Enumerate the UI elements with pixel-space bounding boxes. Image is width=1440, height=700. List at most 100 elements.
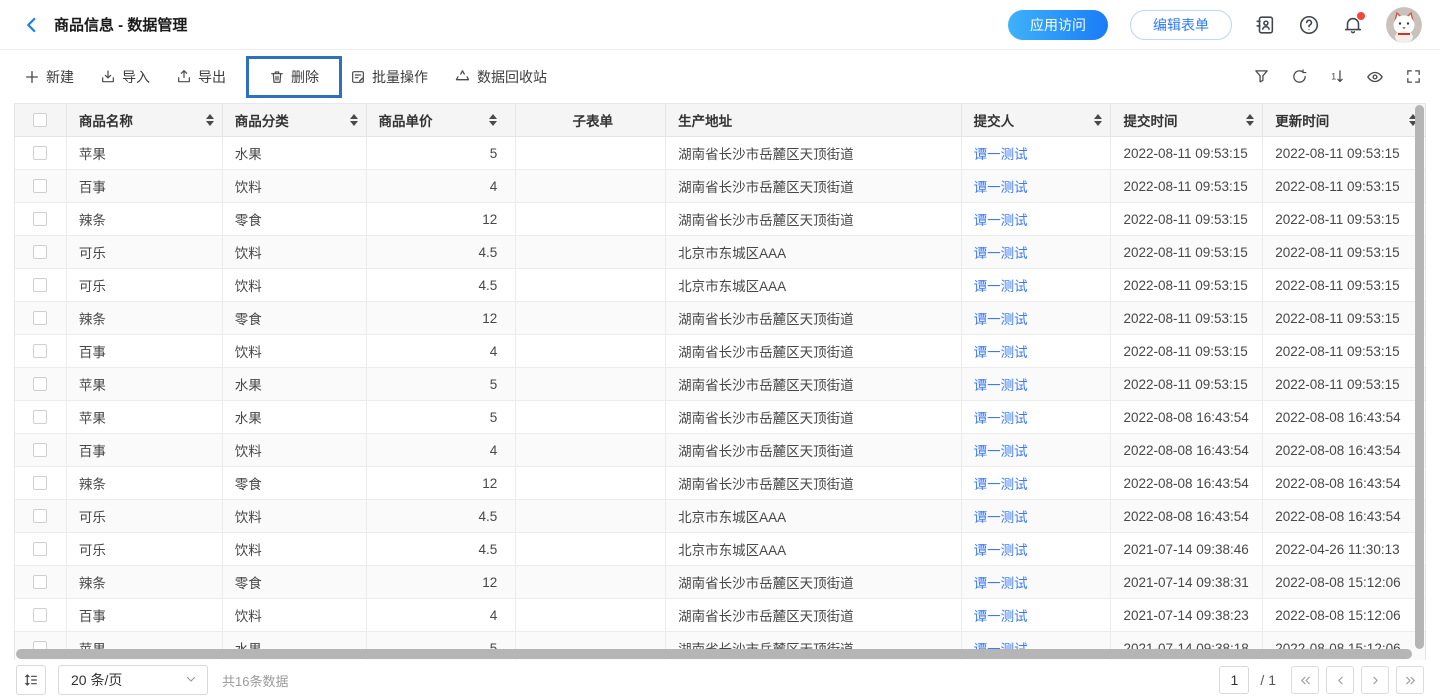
visibility-icon[interactable] bbox=[1366, 68, 1384, 86]
first-page-icon[interactable] bbox=[1291, 666, 1319, 694]
table-row[interactable]: 辣条 零食 12 湖南省长沙市岳麓区天顶街道 谭一测试 2022-08-11 0… bbox=[15, 302, 1425, 335]
filter-icon[interactable] bbox=[1252, 68, 1270, 86]
submitter-link[interactable]: 谭一测试 bbox=[974, 242, 1028, 262]
user-avatar[interactable] bbox=[1386, 7, 1422, 43]
table-row[interactable]: 辣条 零食 12 湖南省长沙市岳麓区天顶街道 谭一测试 2022-08-08 1… bbox=[15, 467, 1425, 500]
submitter-link[interactable]: 谭一测试 bbox=[974, 341, 1028, 361]
cell-product-price: 4 bbox=[367, 434, 517, 466]
data-table: 商品名称 商品分类 商品单价 子表单 生产地址 提交人 提交时间 更新时间 苹果… bbox=[14, 103, 1426, 660]
cell-submitter: 谭一测试 bbox=[962, 269, 1112, 301]
table-row[interactable]: 辣条 零食 12 湖南省长沙市岳麓区天顶街道 谭一测试 2022-08-11 0… bbox=[15, 203, 1425, 236]
last-page-icon[interactable] bbox=[1396, 666, 1424, 694]
batch-operation-button[interactable]: 批量操作 bbox=[350, 67, 428, 87]
sort-caret-icon[interactable] bbox=[350, 114, 358, 126]
table-row[interactable]: 百事 饮料 4 湖南省长沙市岳麓区天顶街道 谭一测试 2022-08-11 09… bbox=[15, 170, 1425, 203]
row-checkbox[interactable] bbox=[33, 542, 47, 556]
sort-caret-icon[interactable] bbox=[206, 114, 214, 126]
row-checkbox[interactable] bbox=[33, 377, 47, 391]
sort-icon[interactable]: 1 bbox=[1328, 68, 1346, 86]
page-size-select[interactable]: 20 条/页 bbox=[58, 665, 208, 695]
vertical-scrollbar[interactable] bbox=[1415, 105, 1424, 649]
new-record-button[interactable]: 新建 bbox=[24, 67, 74, 87]
cell-update-time: 2022-08-08 16:43:54 bbox=[1263, 467, 1425, 499]
row-checkbox[interactable] bbox=[33, 311, 47, 325]
submitter-link[interactable]: 谭一测试 bbox=[974, 539, 1028, 559]
sort-caret-icon[interactable] bbox=[1094, 114, 1102, 126]
column-header-submit-time[interactable]: 提交时间 bbox=[1111, 104, 1263, 136]
row-checkbox[interactable] bbox=[33, 278, 47, 292]
table-row[interactable]: 苹果 水果 5 湖南省长沙市岳麓区天顶街道 谭一测试 2022-08-11 09… bbox=[15, 137, 1425, 170]
cell-subform bbox=[516, 137, 666, 169]
cell-subform bbox=[516, 500, 666, 532]
sort-caret-icon[interactable] bbox=[1246, 114, 1254, 126]
column-header-product-category[interactable]: 商品分类 bbox=[223, 104, 367, 136]
column-header-production-address[interactable]: 生产地址 bbox=[666, 104, 962, 136]
row-checkbox[interactable] bbox=[33, 212, 47, 226]
recycle-bin-button[interactable]: 数据回收站 bbox=[454, 67, 547, 87]
submitter-link[interactable]: 谭一测试 bbox=[974, 374, 1028, 394]
page-number-input[interactable] bbox=[1219, 666, 1249, 694]
row-checkbox[interactable] bbox=[33, 476, 47, 490]
row-checkbox[interactable] bbox=[33, 509, 47, 523]
table-row[interactable]: 苹果 水果 5 湖南省长沙市岳麓区天顶街道 谭一测试 2022-08-08 16… bbox=[15, 401, 1425, 434]
row-checkbox[interactable] bbox=[33, 245, 47, 259]
table-row[interactable]: 可乐 饮料 4.5 北京市东城区AAA 谭一测试 2022-08-11 09:5… bbox=[15, 269, 1425, 302]
submitter-link[interactable]: 谭一测试 bbox=[974, 407, 1028, 427]
row-checkbox[interactable] bbox=[33, 179, 47, 193]
submitter-link[interactable]: 谭一测试 bbox=[974, 473, 1028, 493]
horizontal-scrollbar[interactable] bbox=[16, 649, 1412, 659]
app-access-button[interactable]: 应用访问 bbox=[1008, 10, 1108, 40]
row-checkbox[interactable] bbox=[33, 344, 47, 358]
submitter-link[interactable]: 谭一测试 bbox=[974, 143, 1028, 163]
column-header-product-price[interactable]: 商品单价 bbox=[367, 104, 517, 136]
import-button[interactable]: 导入 bbox=[100, 67, 150, 87]
notification-bell-icon[interactable] bbox=[1342, 14, 1364, 36]
select-all-checkbox[interactable] bbox=[33, 113, 47, 127]
submitter-link[interactable]: 谭一测试 bbox=[974, 572, 1028, 592]
row-checkbox[interactable] bbox=[33, 146, 47, 160]
export-button[interactable]: 导出 bbox=[176, 67, 226, 87]
column-header-submitter[interactable]: 提交人 bbox=[962, 104, 1112, 136]
column-header-update-time[interactable]: 更新时间 bbox=[1263, 104, 1425, 136]
table-row[interactable]: 可乐 饮料 4.5 北京市东城区AAA 谭一测试 2021-07-14 09:3… bbox=[15, 533, 1425, 566]
fullscreen-icon[interactable] bbox=[1404, 68, 1422, 86]
row-checkbox[interactable] bbox=[33, 608, 47, 622]
table-row[interactable]: 百事 饮料 4 湖南省长沙市岳麓区天顶街道 谭一测试 2022-08-08 16… bbox=[15, 434, 1425, 467]
address-book-icon[interactable] bbox=[1254, 14, 1276, 36]
row-checkbox[interactable] bbox=[33, 443, 47, 457]
edit-form-button[interactable]: 编辑表单 bbox=[1130, 10, 1232, 40]
table-row[interactable]: 辣条 零食 12 湖南省长沙市岳麓区天顶街道 谭一测试 2021-07-14 0… bbox=[15, 566, 1425, 599]
table-row[interactable]: 苹果 水果 5 湖南省长沙市岳麓区天顶街道 谭一测试 2022-08-11 09… bbox=[15, 368, 1425, 401]
back-icon[interactable] bbox=[20, 13, 44, 37]
prev-page-icon[interactable] bbox=[1326, 666, 1354, 694]
submitter-link[interactable]: 谭一测试 bbox=[974, 176, 1028, 196]
submitter-link[interactable]: 谭一测试 bbox=[974, 209, 1028, 229]
cell-submitter: 谭一测试 bbox=[962, 368, 1112, 400]
refresh-icon[interactable] bbox=[1290, 68, 1308, 86]
row-checkbox[interactable] bbox=[33, 410, 47, 424]
submitter-link[interactable]: 谭一测试 bbox=[974, 605, 1028, 625]
submitter-link[interactable]: 谭一测试 bbox=[974, 275, 1028, 295]
table-row[interactable]: 可乐 饮料 4.5 北京市东城区AAA 谭一测试 2022-08-08 16:4… bbox=[15, 500, 1425, 533]
help-icon[interactable] bbox=[1298, 14, 1320, 36]
next-page-icon[interactable] bbox=[1361, 666, 1389, 694]
sort-caret-icon[interactable] bbox=[489, 114, 497, 126]
cell-submit-time: 2022-08-11 09:53:15 bbox=[1111, 236, 1263, 268]
table-row[interactable]: 百事 饮料 4 湖南省长沙市岳麓区天顶街道 谭一测试 2022-08-11 09… bbox=[15, 335, 1425, 368]
select-all-checkbox-cell bbox=[15, 104, 67, 136]
total-records-text: 共16条数据 bbox=[222, 671, 288, 690]
cell-product-category: 零食 bbox=[223, 302, 367, 334]
table-row[interactable]: 可乐 饮料 4.5 北京市东城区AAA 谭一测试 2022-08-11 09:5… bbox=[15, 236, 1425, 269]
cell-product-price: 12 bbox=[367, 302, 517, 334]
table-row[interactable]: 百事 饮料 4 湖南省长沙市岳麓区天顶街道 谭一测试 2021-07-14 09… bbox=[15, 599, 1425, 632]
submitter-link[interactable]: 谭一测试 bbox=[974, 308, 1028, 328]
submitter-link[interactable]: 谭一测试 bbox=[974, 440, 1028, 460]
notification-dot bbox=[1357, 12, 1365, 20]
row-checkbox[interactable] bbox=[33, 575, 47, 589]
row-height-icon[interactable] bbox=[16, 665, 46, 695]
submitter-link[interactable]: 谭一测试 bbox=[974, 506, 1028, 526]
column-header-subform[interactable]: 子表单 bbox=[516, 104, 666, 136]
delete-button[interactable]: 删除 bbox=[269, 67, 319, 87]
row-checkbox-cell bbox=[15, 368, 67, 400]
column-header-product-name[interactable]: 商品名称 bbox=[67, 104, 223, 136]
